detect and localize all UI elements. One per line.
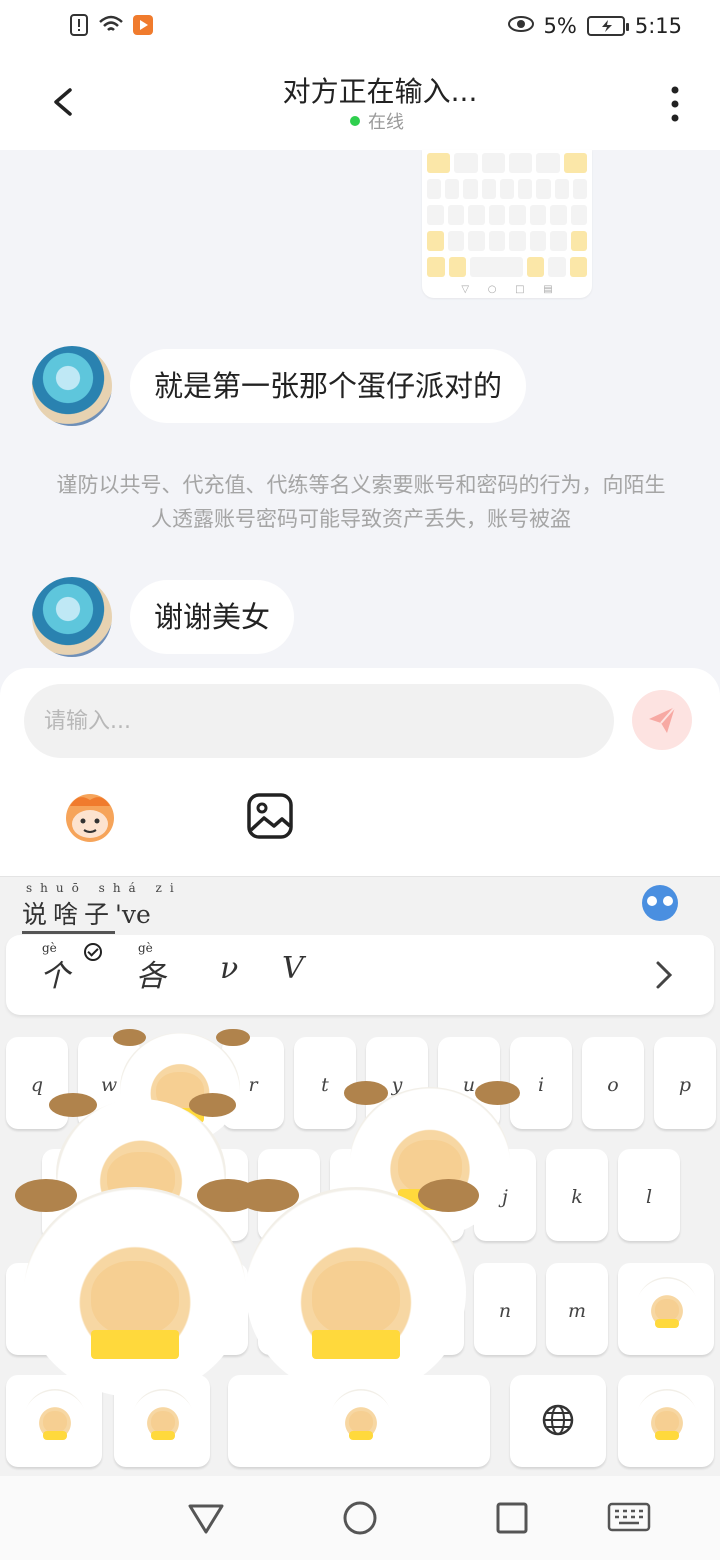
- chat-header: 对方正在输入... 在线: [0, 56, 720, 150]
- candidate-text: 个: [40, 959, 70, 994]
- sheep-sticker-icon: [24, 1389, 86, 1451]
- sheep-sticker-icon: [15, 1178, 260, 1397]
- candidate-bar: gè 个 gè 各 ν V: [6, 935, 714, 1015]
- presence-status: 在线: [350, 108, 404, 134]
- candidate-text: 各: [136, 959, 166, 994]
- key[interactable]: i: [510, 1037, 572, 1129]
- composer-panel: [0, 668, 720, 876]
- message-row: 就是第一张那个蛋仔派对的: [32, 346, 527, 426]
- thumb-nav-bar: ▽ ○ □ ▤: [461, 284, 553, 295]
- image-picker-button[interactable]: [240, 786, 300, 846]
- candidate-item[interactable]: gè 个: [40, 941, 70, 995]
- sheep-sticker-icon: [330, 1389, 392, 1451]
- system-nav-bar: [0, 1476, 720, 1560]
- sheep-sticker-icon: [636, 1277, 698, 1339]
- clock: 5:15: [634, 14, 682, 38]
- avatar[interactable]: [32, 346, 112, 426]
- more-options-button[interactable]: [660, 84, 690, 124]
- composition-hanzi: 说啥子: [22, 900, 116, 934]
- key[interactable]: k: [546, 1149, 608, 1241]
- language-switch-key[interactable]: [510, 1375, 606, 1467]
- composition-text: shuō shá zi 说啥子've: [22, 881, 182, 934]
- triangle-back-icon: [188, 1504, 224, 1534]
- candidate-pinyin: gè: [138, 941, 153, 955]
- avatar[interactable]: [32, 577, 112, 657]
- candidate-item[interactable]: V: [282, 951, 304, 986]
- recents-nav-button[interactable]: [492, 1498, 532, 1542]
- sheep-sticker-icon: [237, 1178, 480, 1397]
- presence-label: 在线: [368, 112, 404, 133]
- battery-percent: 5%: [543, 14, 577, 38]
- key[interactable]: m: [546, 1263, 608, 1355]
- candidate-item[interactable]: ν: [220, 951, 238, 986]
- sim-alert-icon: [70, 14, 90, 38]
- checkmark-icon: [84, 943, 102, 961]
- sticker-button[interactable]: [60, 786, 120, 846]
- globe-icon: [542, 1404, 574, 1436]
- chat-area[interactable]: ▽ ○ □ ▤ 就是第一张那个蛋仔派对的 谨防以共号、代充值、代练等名义索要账号和密码…: [0, 150, 720, 670]
- key[interactable]: o: [582, 1037, 644, 1129]
- composition-pinyin: shuō shá zi: [26, 881, 182, 895]
- key[interactable]: n: [474, 1263, 536, 1355]
- ime-keyboard: shuō shá zi 说啥子've gè 个 gè 各 ν V q w e r…: [0, 876, 720, 1476]
- status-icons-left: [70, 14, 153, 38]
- candidate-item[interactable]: gè 各: [136, 941, 166, 995]
- candidate-text: V: [282, 951, 304, 986]
- message-row: 谢谢美女: [32, 577, 295, 657]
- message-bubble[interactable]: 就是第一张那个蛋仔派对的: [130, 349, 527, 423]
- chevron-right-icon: [656, 961, 673, 989]
- mascot-sticker-icon: [66, 794, 114, 842]
- image-message-keyboard-screenshot[interactable]: ▽ ○ □ ▤: [422, 150, 592, 298]
- keyboard-toggle-button[interactable]: [606, 1498, 652, 1542]
- status-icons-right: 5% 5:15: [507, 14, 682, 38]
- security-notice: 谨防以共号、代充值、代练等名义索要账号和密码的行为，向陌生人透露账号密码可能导致…: [56, 473, 666, 531]
- key[interactable]: t: [294, 1037, 356, 1129]
- sheep-sticker-icon: [636, 1389, 698, 1451]
- status-bar: 5% 5:15: [0, 0, 720, 56]
- keyboard-icon: [607, 1502, 651, 1532]
- square-recents-icon: [496, 1502, 528, 1534]
- chat-title: 对方正在输入...: [282, 75, 478, 108]
- candidate-pinyin: gè: [42, 941, 57, 955]
- composition-tail: 've: [115, 900, 151, 929]
- ime-mascot-icon[interactable]: [642, 885, 678, 921]
- candidate-text: ν: [220, 951, 239, 986]
- wifi-icon: [98, 14, 124, 38]
- home-nav-button[interactable]: [340, 1498, 380, 1542]
- expand-candidates-button[interactable]: [650, 957, 678, 993]
- online-dot-icon: [350, 116, 360, 126]
- key[interactable]: q: [6, 1037, 68, 1129]
- message-input[interactable]: [24, 684, 614, 758]
- key[interactable]: l: [618, 1149, 680, 1241]
- more-vertical-icon: [671, 86, 679, 122]
- battery-icon: [586, 16, 629, 36]
- back-nav-button[interactable]: [186, 1498, 226, 1542]
- message-bubble[interactable]: 谢谢美女: [130, 580, 295, 654]
- eye-comfort-icon: [507, 14, 534, 38]
- sheep-sticker-icon: [132, 1389, 194, 1451]
- image-icon: [247, 793, 293, 839]
- paper-plane-icon: [649, 706, 676, 733]
- send-button[interactable]: [632, 690, 692, 750]
- key[interactable]: p: [654, 1037, 716, 1129]
- app-notification-icon: [132, 14, 153, 38]
- circle-home-icon: [343, 1501, 377, 1535]
